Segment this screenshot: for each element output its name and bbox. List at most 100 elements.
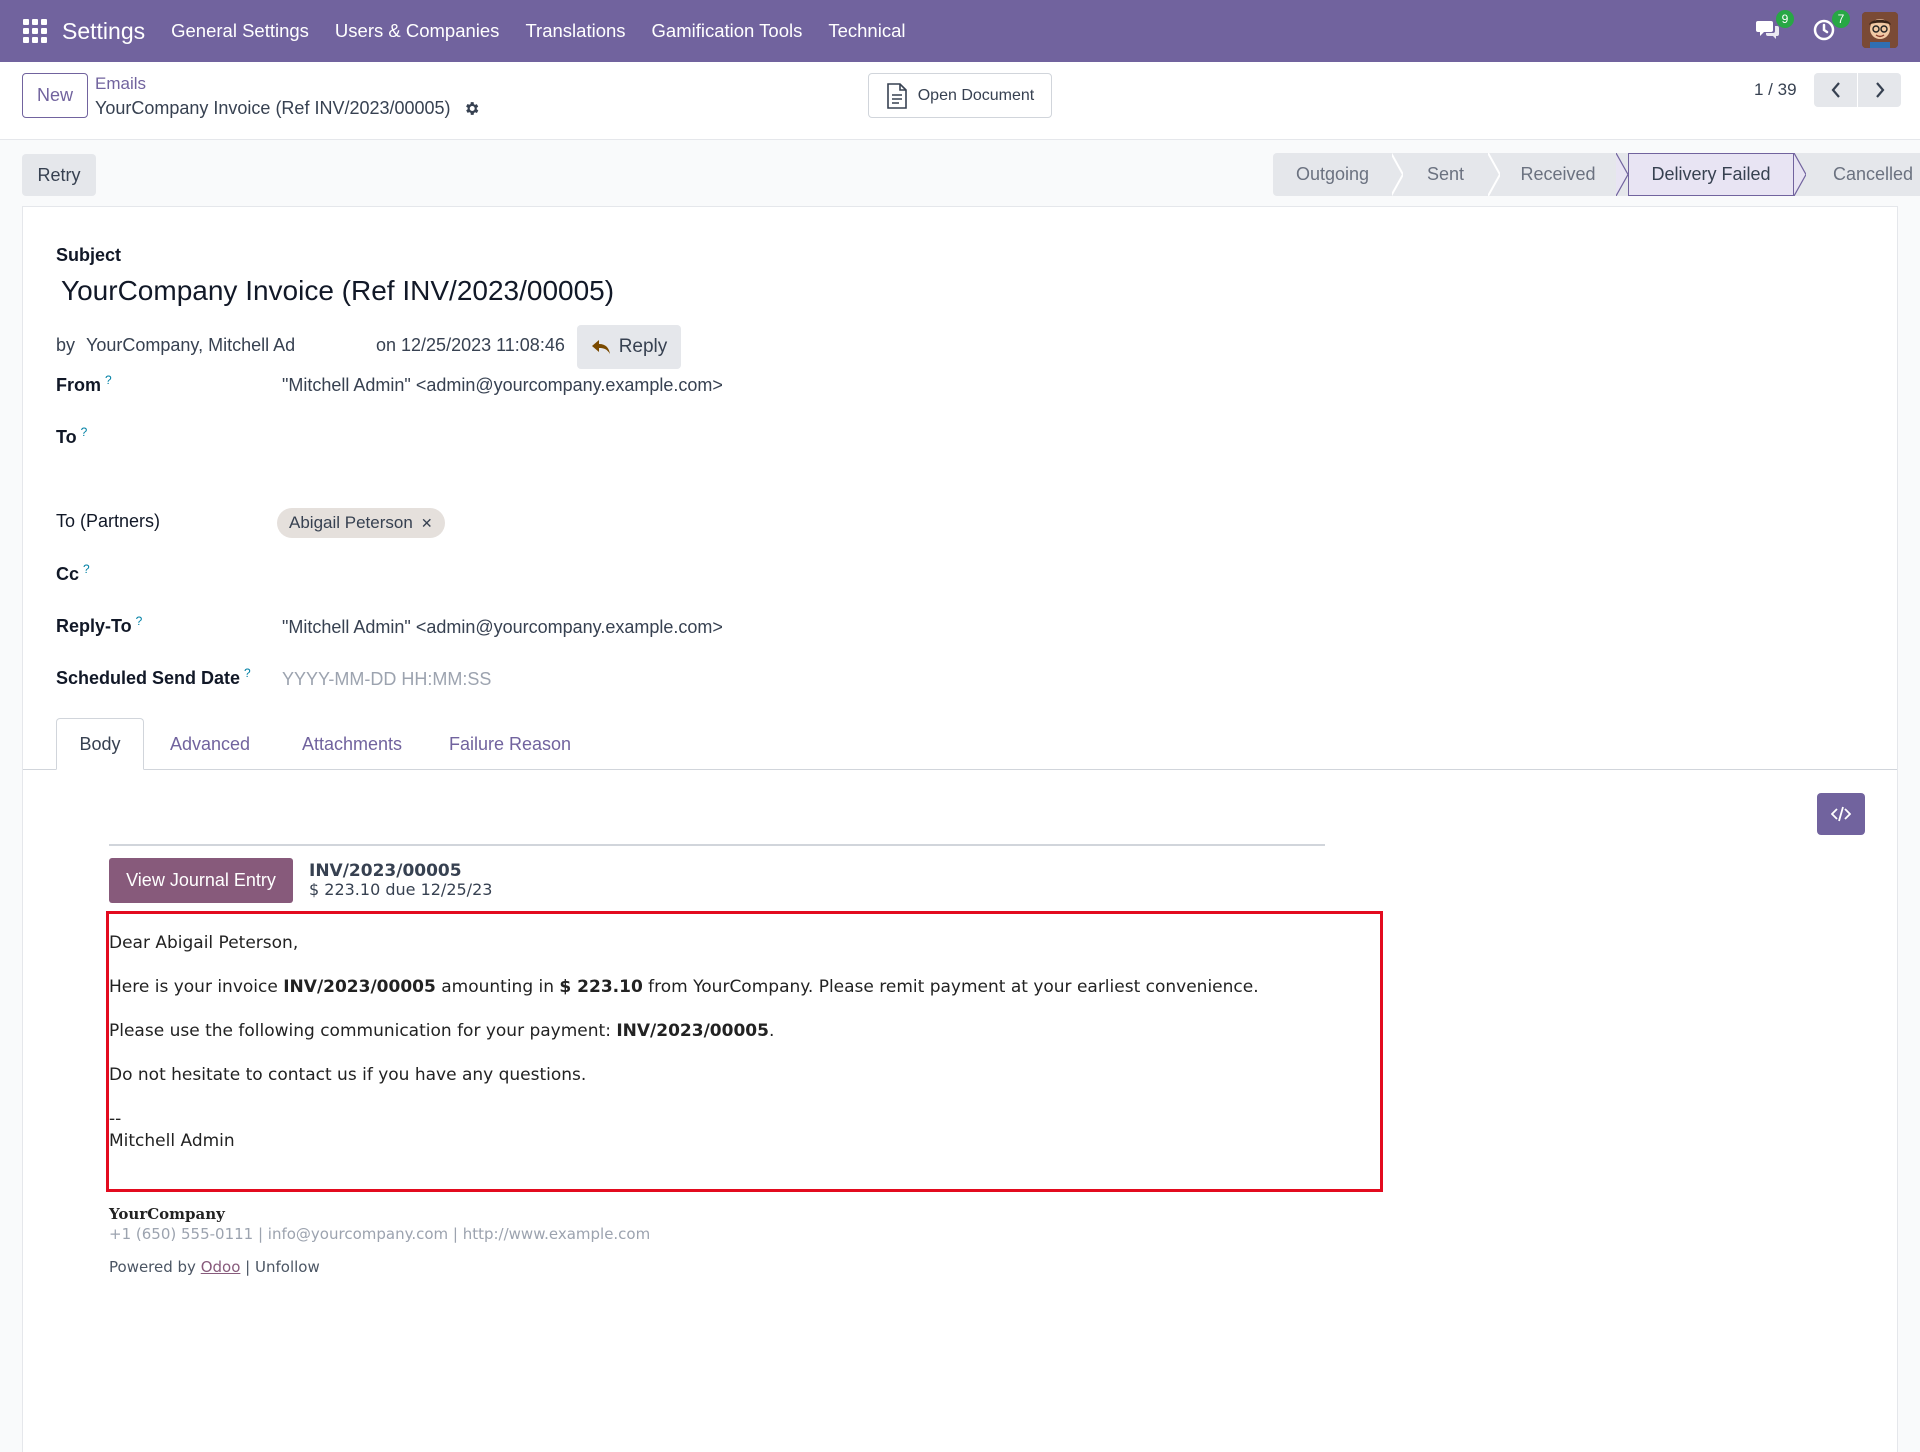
menu-technical[interactable]: Technical [828, 20, 905, 42]
gear-icon[interactable] [463, 100, 480, 117]
stage-arrow-icon [1794, 153, 1806, 196]
reply-button[interactable]: Reply [577, 325, 681, 369]
from-label-text: From [56, 375, 101, 395]
messages-badge: 9 [1776, 10, 1794, 28]
open-document-button[interactable]: Open Document [868, 73, 1052, 118]
breadcrumb-current: YourCompany Invoice (Ref INV/2023/00005) [95, 98, 480, 119]
stage-delivery-failed[interactable]: Delivery Failed [1628, 153, 1794, 196]
scheduled-date-field[interactable]: YYYY-MM-DD HH:MM:SS [282, 669, 491, 690]
chevron-right-icon [1875, 82, 1884, 98]
navbar-systray: 9 7 [1750, 10, 1898, 48]
greeting-text: Dear Abigail Peterson, [109, 933, 299, 953]
invoice-ref-bold: INV/2023/00005 [283, 977, 436, 997]
status-bar: Outgoing Sent Received Delivery Failed C… [1273, 153, 1920, 196]
partner-tag[interactable]: Abigail Peterson ✕ [277, 508, 445, 538]
notebook-tabs: Body Advanced Attachments Failure Reason [23, 718, 1897, 770]
from-field[interactable]: "Mitchell Admin" <admin@yourcompany.exam… [282, 375, 723, 396]
highlight-box [106, 911, 1383, 1192]
stage-arrow-icon [1391, 153, 1403, 196]
messages-button[interactable]: 9 [1750, 10, 1794, 48]
tab-advanced[interactable]: Advanced [160, 718, 260, 770]
main-menu: General Settings Users & Companies Trans… [171, 20, 931, 42]
to-label: To? [56, 425, 87, 448]
help-icon[interactable]: ? [83, 562, 90, 576]
to-partners-label: To (Partners) [56, 511, 161, 531]
menu-translations[interactable]: Translations [525, 20, 625, 42]
odoo-link[interactable]: Odoo [201, 1258, 241, 1276]
pager-value[interactable]: 1 / 39 [1754, 80, 1797, 100]
top-navbar: Settings General Settings Users & Compan… [0, 0, 1920, 62]
payment-communication-paragraph: Please use the following communication f… [109, 1021, 774, 1041]
activities-badge: 7 [1832, 10, 1850, 28]
text-segment: . [768, 1021, 775, 1041]
stage-label: Sent [1426, 164, 1465, 184]
tab-body[interactable]: Body [56, 718, 144, 770]
menu-general-settings[interactable]: General Settings [171, 20, 309, 42]
tab-attachments[interactable]: Attachments [287, 718, 417, 770]
stage-received[interactable]: Received [1500, 153, 1616, 196]
text-segment: from YourCompany. Please remit payment a… [642, 977, 1259, 997]
powered-by: Powered by Odoo | Unfollow [109, 1258, 320, 1276]
reply-label: Reply [618, 336, 668, 357]
open-document-label: Open Document [917, 86, 1035, 104]
pager-next-button[interactable] [1858, 73, 1901, 107]
cc-field[interactable] [282, 562, 982, 592]
separator: | [240, 1258, 255, 1276]
powered-prefix: Powered by [109, 1258, 201, 1276]
retry-button[interactable]: Retry [22, 154, 96, 196]
help-icon[interactable]: ? [136, 614, 143, 628]
scheduled-date-label: Scheduled Send Date? [56, 666, 251, 689]
help-icon[interactable]: ? [105, 373, 112, 387]
new-button[interactable]: New [22, 73, 88, 118]
author-line: by YourCompany, Mitchell Ad on 12/25/202… [56, 335, 565, 356]
invoice-paragraph: Here is your invoice INV/2023/00005 amou… [109, 977, 1259, 997]
from-label: From? [56, 373, 112, 396]
subject-label: Subject [56, 245, 122, 265]
stage-label: Cancelled [1832, 164, 1914, 184]
stage-label: Outgoing [1295, 164, 1370, 184]
form-sheet: Subject YourCompany Invoice (Ref INV/202… [22, 206, 1898, 1452]
view-journal-entry-button[interactable]: View Journal Entry [109, 858, 293, 903]
app-grid-icon[interactable] [23, 19, 47, 43]
subject-field[interactable]: YourCompany Invoice (Ref INV/2023/00005) [61, 275, 614, 307]
user-avatar[interactable] [1862, 12, 1898, 48]
to-field[interactable] [282, 425, 982, 485]
partner-tag-label: Abigail Peterson [289, 513, 413, 532]
reply-to-field[interactable]: "Mitchell Admin" <admin@yourcompany.exam… [282, 617, 723, 638]
stage-label: Delivery Failed [1651, 164, 1771, 184]
stage-label: Received [1520, 164, 1596, 184]
stage-cancelled[interactable]: Cancelled [1806, 153, 1920, 196]
app-name[interactable]: Settings [62, 18, 145, 45]
divider [109, 844, 1325, 846]
reply-icon [591, 340, 610, 354]
amount-due: $ 223.10 due 12/25/23 [309, 880, 493, 899]
cc-label: Cc? [56, 562, 90, 585]
author-field[interactable]: YourCompany, Mitchell Ad [86, 335, 295, 355]
remove-tag-icon[interactable]: ✕ [421, 515, 433, 532]
chevron-left-icon [1831, 82, 1840, 98]
signature-name: Mitchell Admin [109, 1131, 235, 1151]
help-icon[interactable]: ? [244, 666, 251, 680]
reply-to-label: Reply-To? [56, 614, 142, 637]
reply-to-label-text: Reply-To [56, 616, 132, 636]
date-field: on 12/25/2023 11:08:46 [376, 335, 565, 355]
menu-gamification-tools[interactable]: Gamification Tools [652, 20, 803, 42]
code-view-button[interactable] [1817, 793, 1865, 835]
text-segment: Please use the following communication f… [109, 1021, 617, 1041]
contact-paragraph: Do not hesitate to contact us if you hav… [109, 1065, 587, 1085]
stage-outgoing[interactable]: Outgoing [1273, 153, 1392, 196]
footer-contact: +1 (650) 555-0111 | info@yourcompany.com… [109, 1225, 651, 1243]
stage-sent[interactable]: Sent [1403, 153, 1488, 196]
activities-button[interactable]: 7 [1806, 10, 1850, 48]
breadcrumb: Emails YourCompany Invoice (Ref INV/2023… [95, 74, 480, 119]
breadcrumb-emails[interactable]: Emails [95, 74, 480, 94]
menu-users-companies[interactable]: Users & Companies [335, 20, 500, 42]
to-label-text: To [56, 427, 77, 447]
tab-failure-reason[interactable]: Failure Reason [437, 718, 583, 770]
text-segment: Here is your invoice [109, 977, 284, 997]
record-title: YourCompany Invoice (Ref INV/2023/00005) [95, 98, 451, 118]
pager-previous-button[interactable] [1814, 73, 1857, 107]
help-icon[interactable]: ? [81, 425, 88, 439]
by-prefix: by [56, 335, 76, 355]
unfollow-link[interactable]: Unfollow [255, 1258, 320, 1276]
